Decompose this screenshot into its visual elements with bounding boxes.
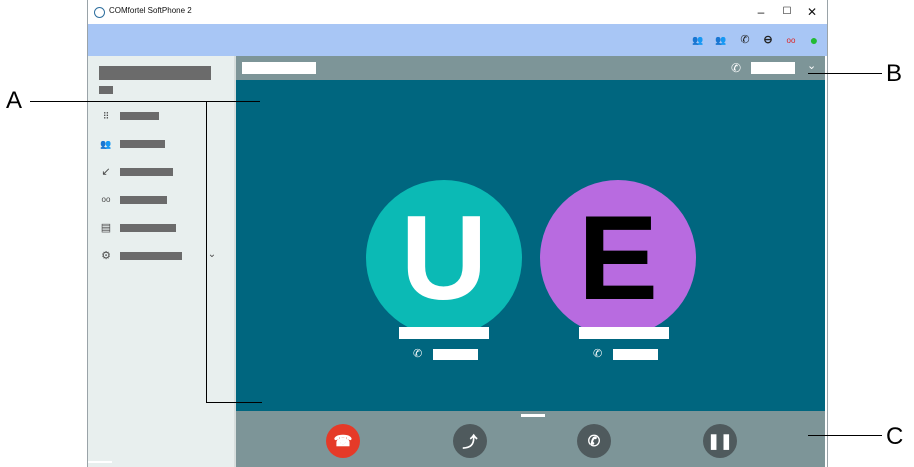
- dialpad-icon: ⠿: [102, 111, 110, 121]
- gear-icon: ⚙: [101, 250, 111, 262]
- pause-icon: ❚❚: [707, 433, 733, 450]
- user-status: [99, 86, 113, 94]
- call-panel: [236, 56, 825, 467]
- participant-number: [613, 349, 658, 360]
- participant-initial: E: [577, 191, 659, 325]
- title-bar[interactable]: [88, 0, 827, 24]
- window-title: COMfortel SoftPhone 2: [109, 6, 192, 15]
- sidebar-item-label: [120, 196, 167, 204]
- chevron-down-icon[interactable]: ⌄: [205, 249, 219, 261]
- transfer-button[interactable]: ⤴: [453, 424, 487, 458]
- app-logo-icon: [94, 7, 105, 18]
- call-forward-icon[interactable]: ✆: [737, 33, 753, 47]
- sidebar-item-label: [120, 252, 182, 260]
- contacts-icon: 👥: [100, 139, 112, 149]
- group-icon[interactable]: 👥: [713, 33, 729, 47]
- participant-initial: U: [400, 191, 488, 325]
- annotation-line-a: [30, 101, 260, 102]
- chevron-down-icon[interactable]: ⌄: [807, 59, 816, 72]
- contacts-icon-glyph: 👥: [692, 35, 704, 45]
- dnd-icon-glyph: ⊖: [763, 34, 773, 46]
- do-not-disturb-icon[interactable]: ⊖: [760, 33, 776, 47]
- annotation-c: C: [886, 423, 904, 450]
- annotation-a: A: [6, 87, 23, 114]
- participant-name: [399, 327, 489, 339]
- status-icon-glyph: ●: [809, 32, 819, 48]
- add-call-button[interactable]: ✆: [577, 424, 611, 458]
- status-online-icon[interactable]: ●: [806, 33, 822, 49]
- participant-name: [579, 327, 669, 339]
- maximize-button[interactable]: ☐: [776, 3, 798, 21]
- contacts-icon[interactable]: 👥: [690, 33, 706, 47]
- chat-icon: ▤: [100, 222, 112, 234]
- sidebar-item-label: [120, 168, 173, 176]
- call-forward-icon-glyph: ✆: [740, 34, 750, 46]
- hang-up-icon: ☎: [333, 433, 353, 450]
- phone-icon: ✆: [413, 348, 423, 360]
- participant-avatar: E: [540, 180, 696, 336]
- participant-avatar: U: [366, 180, 522, 336]
- call-duration: [751, 62, 795, 74]
- sidebar-item-label: [120, 224, 176, 232]
- phone-icon: ✆: [731, 61, 742, 75]
- annotation-line-a-bottom: [206, 402, 262, 403]
- phone-icon: ✆: [593, 348, 603, 360]
- hold-button[interactable]: ❚❚: [703, 424, 737, 458]
- close-button[interactable]: ✕: [801, 3, 823, 21]
- annotation-b: B: [886, 60, 903, 87]
- call-title: [242, 62, 316, 74]
- annotation-line-c: [808, 435, 882, 436]
- minimize-button[interactable]: –: [750, 3, 772, 21]
- annotation-bracket-a: [206, 101, 207, 402]
- user-name: [99, 66, 211, 80]
- voicemail-icon-glyph: ᴏᴏ: [786, 36, 796, 45]
- sidebar-item-label: [120, 140, 165, 148]
- annotation-line-b: [808, 73, 882, 74]
- transfer-icon: ⤴: [462, 433, 478, 451]
- add-call-icon: ✆: [587, 433, 601, 450]
- voicemail-icon: oo: [101, 195, 111, 204]
- participant-number: [433, 349, 478, 360]
- sidebar-item-label: [120, 112, 159, 120]
- hang-up-button[interactable]: ☎: [326, 424, 360, 458]
- drag-handle[interactable]: [521, 414, 545, 417]
- sidebar-divider: [88, 461, 112, 463]
- voicemail-icon[interactable]: ᴏᴏ: [783, 33, 799, 48]
- group-icon-glyph: 👥: [715, 35, 727, 45]
- call-history-icon: ↙: [101, 166, 111, 178]
